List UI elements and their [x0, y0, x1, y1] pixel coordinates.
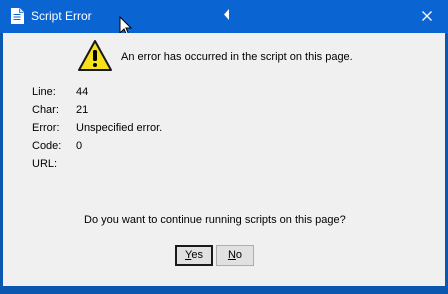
code-label: Code:	[32, 140, 62, 152]
caret-left-icon	[223, 9, 231, 20]
dialog-body: An error has occurred in the script on t…	[3, 33, 445, 286]
line-label: Line:	[32, 86, 56, 98]
continue-question: Do you want to continue running scripts …	[84, 214, 346, 226]
close-button[interactable]	[412, 3, 442, 29]
close-icon	[422, 11, 432, 21]
no-label: o	[235, 249, 243, 261]
code-value: 0	[76, 140, 83, 152]
char-value: 21	[76, 104, 89, 116]
error-label: Error:	[32, 122, 60, 134]
error-value: Unspecified error.	[76, 122, 163, 134]
window-title: Script Error	[31, 9, 92, 23]
warning-icon	[77, 39, 113, 73]
char-label: Char:	[32, 104, 59, 116]
title-bar[interactable]: Script Error	[0, 0, 448, 37]
no-mnemonic: N	[227, 249, 236, 261]
error-message: An error has occurred in the script on t…	[121, 51, 353, 63]
document-icon	[11, 8, 24, 24]
url-label: URL:	[32, 158, 58, 170]
no-button[interactable]: No	[216, 245, 254, 266]
line-value: 44	[76, 86, 89, 98]
yes-button[interactable]: Yes	[175, 245, 213, 266]
yes-label: es	[191, 249, 203, 261]
